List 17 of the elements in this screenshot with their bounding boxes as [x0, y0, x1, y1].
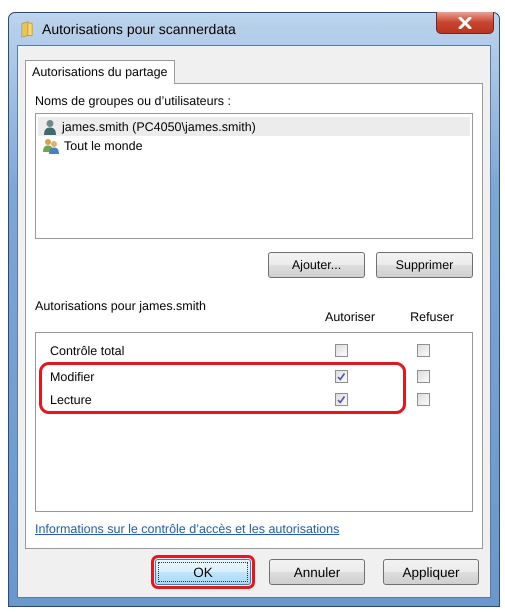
column-header: Refuser [409, 310, 455, 324]
dialog-button[interactable]: Annuler [269, 559, 365, 585]
help-link[interactable]: Informations sur le contrôle d’accès et les autorisations [35, 522, 473, 536]
permission-name: Contrôle total [50, 344, 126, 358]
permission-name: Lecture [50, 392, 93, 406]
window-title: Autorisations pour scannerdata [42, 21, 236, 37]
dialog-button[interactable]: Ajouter... [268, 252, 365, 278]
user-list-item[interactable]: james.smith (PC4050\james.smith) [38, 117, 470, 136]
dialog-button[interactable]: Appliquer [383, 559, 479, 585]
dialog-button[interactable]: OK [155, 559, 251, 585]
users-label: Noms de groupes ou d’utilisateurs : [35, 94, 232, 108]
tab[interactable]: Autorisations du partage [25, 60, 175, 84]
permissions-label: Autorisations pour james.smith [35, 299, 207, 313]
column-header: Autoriser [324, 310, 376, 324]
dialog-button[interactable]: Supprimer [376, 252, 473, 278]
permission-name: Modifier [50, 370, 96, 384]
user-list-item[interactable]: Tout le monde [38, 136, 470, 155]
